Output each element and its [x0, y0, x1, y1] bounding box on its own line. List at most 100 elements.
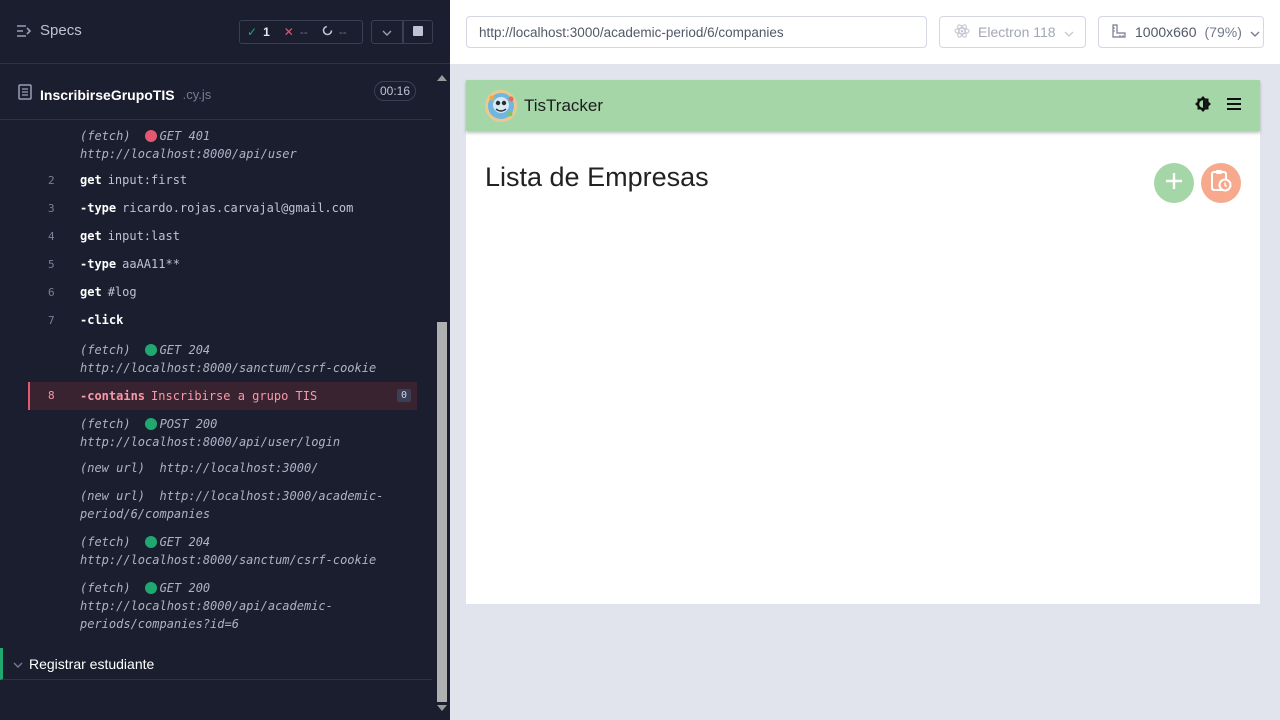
command-meta: (new url)	[80, 461, 146, 475]
cross-icon: ✕	[283, 25, 294, 39]
viewport-selector[interactable]: 1000x660 (79%)	[1098, 16, 1264, 48]
command-row[interactable]: (fetch) GET 204 http://localhost:8000/san…	[30, 341, 417, 381]
check-icon: ✓	[247, 25, 258, 39]
pending-count: --	[338, 25, 347, 39]
spec-name: InscribirseGrupoTIS	[40, 86, 175, 103]
browser-name: Electron 118	[978, 24, 1056, 40]
ruler-icon	[1111, 23, 1127, 42]
command-name: -contains	[80, 389, 146, 403]
document-icon	[18, 84, 32, 105]
suite-registrar-estudiante[interactable]: Registrar estudiante	[0, 648, 432, 680]
scroll-up-icon[interactable]	[437, 68, 447, 86]
status-dot-icon	[144, 536, 157, 548]
command-name: -type	[80, 201, 117, 215]
spec-file-link[interactable]: InscribirseGrupoTIS .cy.js	[18, 84, 211, 105]
command-name: get	[80, 173, 102, 187]
command-arg: input:last	[107, 229, 180, 243]
failed-count: --	[299, 25, 308, 39]
command-log: (fetch) GET 401 http://localhost:8000/api…	[28, 120, 417, 638]
command-meta: (fetch)	[80, 535, 131, 549]
command-arg: ricardo.rojas.carvajal@gmail.com	[122, 201, 354, 215]
runner-topbar: Specs ✓ 1 ✕ -- --	[0, 0, 450, 64]
specs-toggle-button[interactable]: Specs	[16, 22, 82, 39]
command-row[interactable]: 5 -type aaAA11**	[30, 255, 417, 275]
command-row[interactable]: (fetch) POST 200 http://localhost:8000/ap…	[30, 415, 417, 455]
command-meta: (fetch)	[80, 343, 131, 357]
scroll-thumb[interactable]	[437, 322, 447, 702]
runner-panel: Specs ✓ 1 ✕ -- -- InscribirseGrupoTIS .c…	[0, 0, 450, 720]
command-row[interactable]: 4 get input:last	[30, 227, 417, 247]
command-name: -type	[80, 257, 117, 271]
command-url: http://localhost:8000/api/academic-	[80, 599, 333, 613]
aut-header: http://localhost:3000/academic-period/6/…	[450, 0, 1280, 64]
chevron-down-icon	[1250, 24, 1260, 40]
add-company-button[interactable]	[1154, 163, 1194, 203]
chevron-down-icon	[1064, 24, 1074, 40]
stop-icon	[413, 23, 423, 41]
page-title: Lista de Empresas	[485, 162, 709, 192]
command-url: http://localhost:8000/api/user/login	[80, 435, 341, 449]
url-bar[interactable]: http://localhost:3000/academic-period/6/…	[466, 16, 927, 48]
suite-title: Registrar estudiante	[29, 655, 155, 672]
element-count-badge: 0	[396, 389, 411, 402]
spec-header: InscribirseGrupoTIS .cy.js 00:16	[0, 64, 432, 120]
browser-selector[interactable]: Electron 118	[939, 16, 1086, 48]
spec-extension: .cy.js	[182, 87, 212, 102]
app-logo[interactable]	[485, 90, 517, 122]
clipboard-report-button[interactable]	[1201, 163, 1241, 203]
clipboard-clock-icon	[1210, 169, 1232, 198]
app-bar: TisTracker	[466, 80, 1260, 131]
theme-toggle-icon[interactable]	[1194, 96, 1212, 119]
command-row[interactable]: (fetch) GET 401 http://localhost:8000/api…	[30, 127, 417, 167]
command-name: -click	[80, 313, 124, 327]
command-method: GET 204	[159, 343, 211, 357]
specs-list-icon	[16, 24, 32, 38]
command-url: http://localhost:3000/academic-	[159, 489, 384, 503]
command-number: 8	[48, 389, 55, 402]
status-dot-icon	[144, 582, 157, 594]
specs-label: Specs	[40, 22, 82, 39]
command-url: http://localhost:8000/sanctum/csrf-cooki…	[80, 361, 377, 375]
command-row-active[interactable]: 8 -contains Inscribirse a grupo TIS 0	[28, 382, 417, 410]
spec-duration: 00:16	[374, 81, 417, 101]
command-row[interactable]: 6 get #log	[30, 283, 417, 303]
command-log-scrollbar[interactable]	[434, 64, 450, 720]
command-row[interactable]: (fetch) GET 204 http://localhost:8000/san…	[30, 533, 417, 573]
menu-icon[interactable]	[1226, 97, 1242, 116]
command-arg: #log	[107, 285, 137, 299]
status-dot-icon	[144, 418, 157, 430]
pending-stat: --	[315, 21, 354, 43]
scroll-down-icon[interactable]	[437, 698, 447, 716]
command-url: http://localhost:8000/sanctum/csrf-cooki…	[80, 553, 377, 567]
command-row[interactable]: (new url) http://localhost:3000/	[30, 459, 417, 479]
command-method: GET 200	[159, 581, 211, 595]
command-number: 2	[48, 174, 55, 187]
command-meta: (fetch)	[80, 417, 131, 431]
stop-button[interactable]	[403, 20, 433, 44]
status-dot-icon	[144, 130, 157, 142]
app-brand: TisTracker	[524, 96, 604, 115]
plus-icon	[1164, 171, 1184, 196]
viewport-size: 1000x660	[1135, 24, 1197, 40]
collapse-all-button[interactable]	[371, 20, 403, 44]
command-number: 7	[48, 314, 55, 327]
command-url: http://localhost:8000/api/user	[80, 147, 297, 161]
test-stats: ✓ 1 ✕ -- --	[239, 20, 363, 44]
command-row[interactable]: 3 -type ricardo.rojas.carvajal@gmail.com	[30, 199, 417, 219]
chevron-down-icon	[13, 655, 23, 673]
command-url: http://localhost:3000/	[159, 461, 319, 475]
viewport-zoom: (79%)	[1204, 24, 1242, 40]
command-method: POST 200	[159, 417, 218, 431]
command-name: get	[80, 285, 102, 299]
app-frame: TisTracker Lista de Empresas	[466, 80, 1260, 604]
command-row[interactable]: 7 -click	[30, 311, 417, 331]
command-row[interactable]: 2 get input:first	[30, 171, 417, 191]
command-number: 4	[48, 230, 55, 243]
command-meta: (fetch)	[80, 129, 131, 143]
command-name: get	[80, 229, 102, 243]
pending-icon	[322, 25, 333, 39]
command-number: 6	[48, 286, 55, 299]
command-row[interactable]: (new url) http://localhost:3000/academic…	[30, 487, 417, 527]
status-dot-icon	[144, 344, 157, 356]
command-row[interactable]: (fetch) GET 200 http://localhost:8000/api…	[30, 579, 417, 637]
